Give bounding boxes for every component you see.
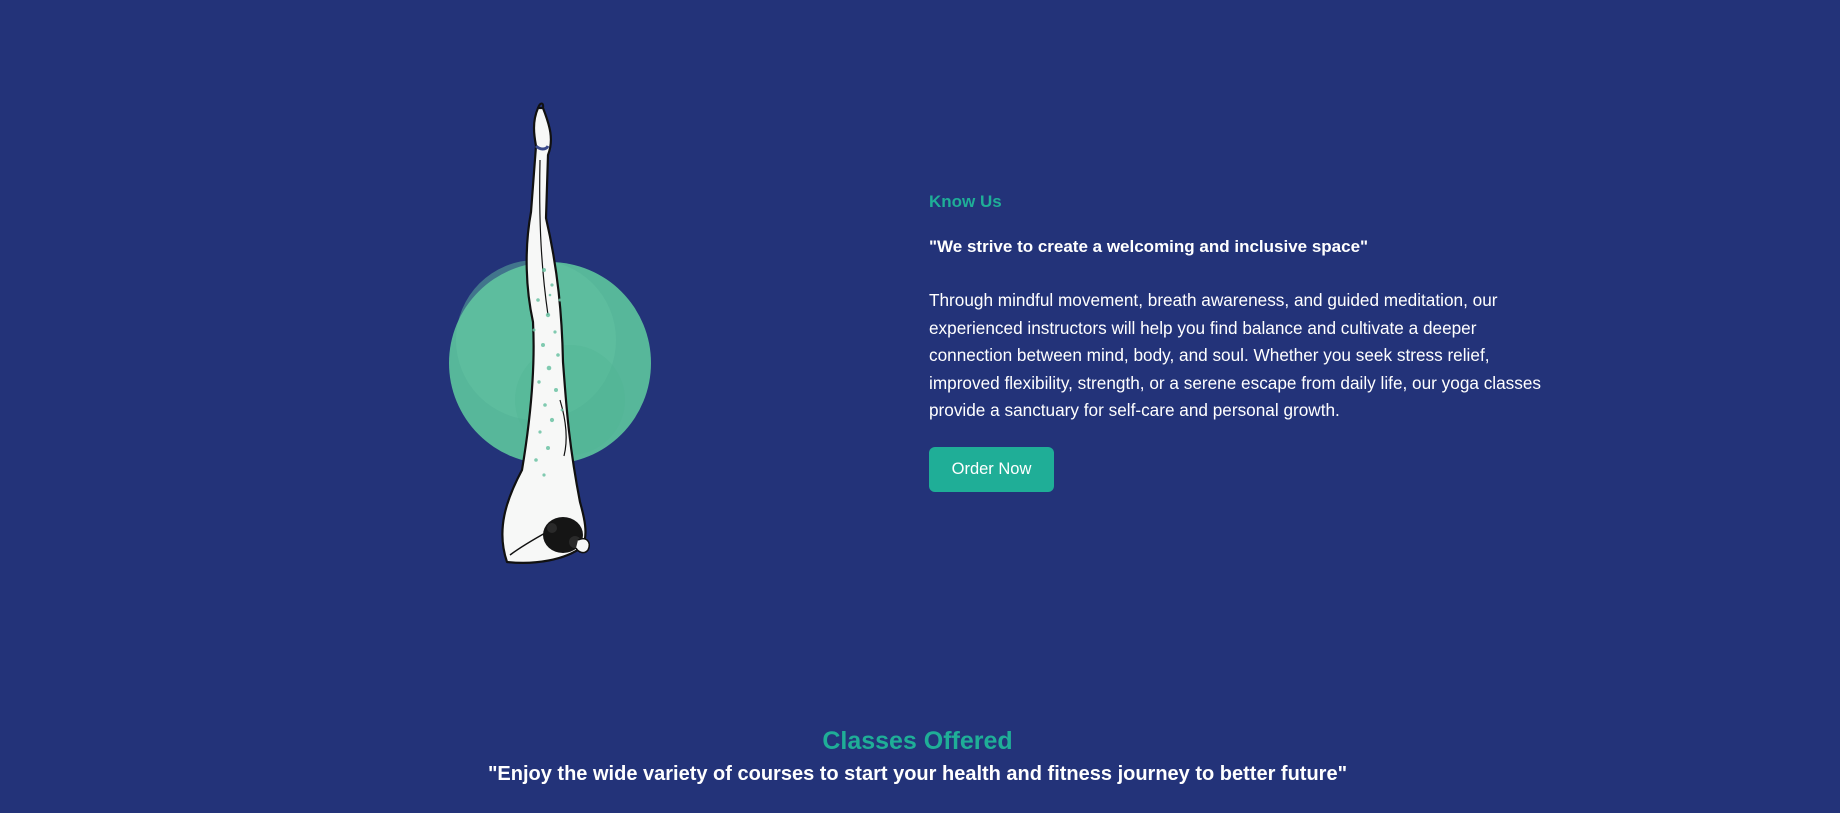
yoga-illustration: [440, 100, 670, 580]
classes-title: Classes Offered: [822, 727, 1013, 755]
classes-subtitle: "Enjoy the wide variety of courses to st…: [487, 763, 1348, 785]
about-text-block: Know Us "We strive to create a welcoming…: [929, 188, 1549, 425]
about-quote: "We strive to create a welcoming and inc…: [929, 237, 1369, 256]
page: Know Us "We strive to create a welcoming…: [0, 0, 1840, 813]
order-now-button[interactable]: Order Now: [929, 447, 1054, 492]
about-description: Through mindful movement, breath awarene…: [929, 290, 1542, 420]
yoga-figure-icon: [449, 102, 651, 564]
section-eyebrow: Know Us: [929, 192, 1002, 211]
